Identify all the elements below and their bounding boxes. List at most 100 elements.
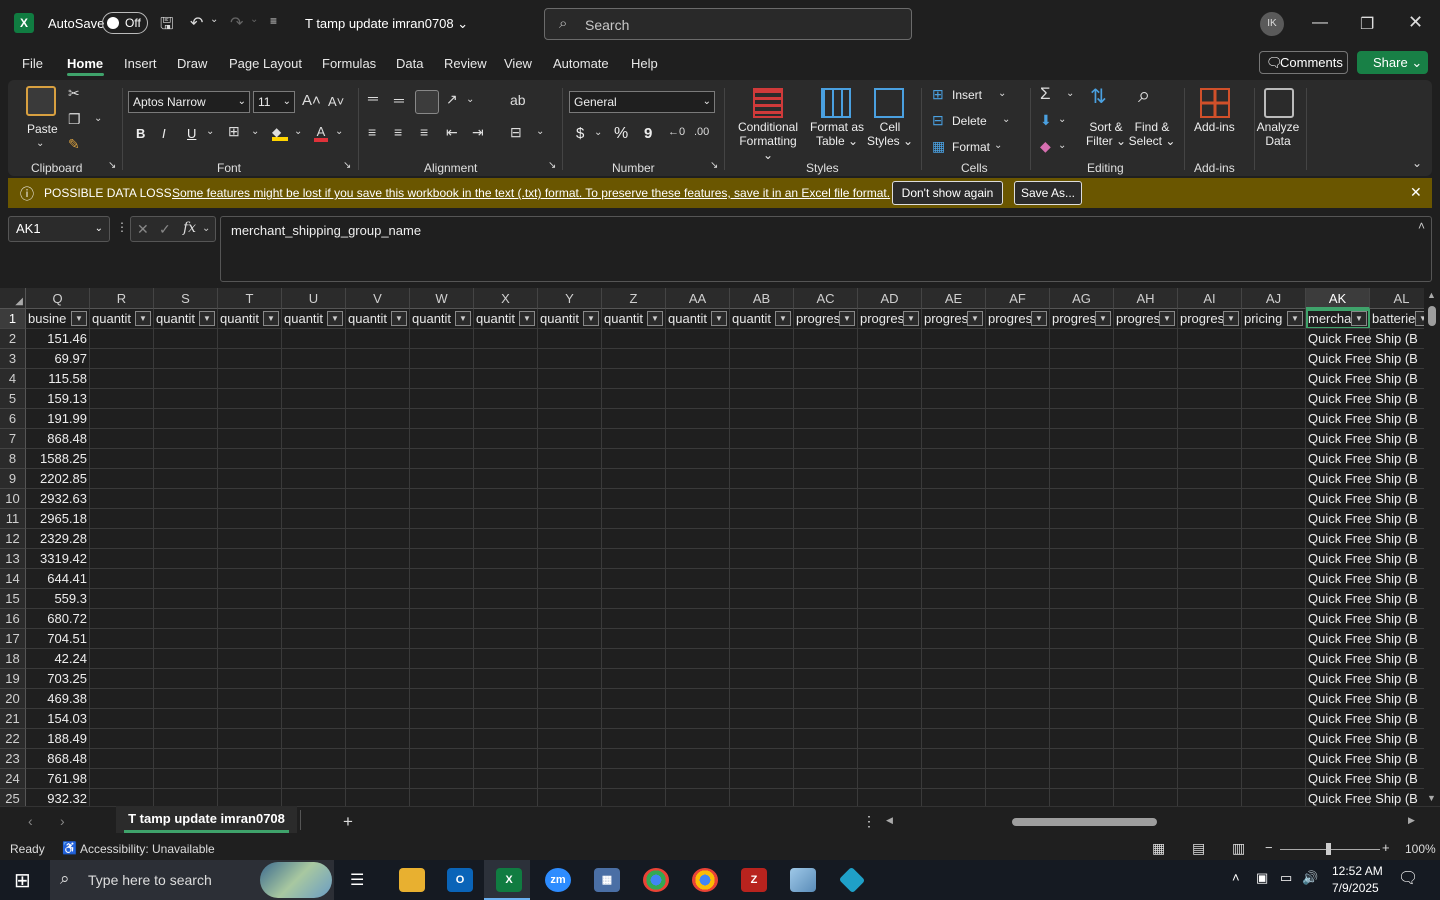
find-select-button[interactable]: Find & Select ⌄ — [1128, 120, 1176, 148]
collapse-ribbon-icon[interactable]: ⌄ — [1412, 156, 1422, 170]
column-header-y[interactable]: Y — [538, 288, 602, 309]
menu-review[interactable]: Review — [444, 56, 487, 71]
column-header-aa[interactable]: AA — [666, 288, 730, 309]
row-header-23[interactable]: 23 — [0, 749, 26, 769]
notes-app-icon[interactable] — [790, 868, 816, 892]
filter-dropdown-icon[interactable]: ▼ — [1095, 311, 1111, 326]
cell-ak21[interactable]: Quick Free Ship (B — [1308, 709, 1424, 729]
zoom-out-icon[interactable]: − — [1265, 840, 1273, 855]
increase-decimal-icon[interactable]: ←0 — [668, 126, 685, 138]
column-header-ae[interactable]: AE — [922, 288, 986, 309]
chrome-icon[interactable] — [643, 868, 669, 892]
comma-style-button[interactable]: 9 — [644, 125, 652, 142]
cell-ak13[interactable]: Quick Free Ship (B — [1308, 549, 1424, 569]
font-launcher-icon[interactable]: ↘ — [343, 160, 351, 171]
cell-q8[interactable]: 1588.25 — [27, 449, 87, 469]
header-cell-z[interactable]: quantit ▼ — [602, 309, 666, 329]
menu-home[interactable]: Home — [67, 56, 103, 71]
cell-q20[interactable]: 469.38 — [27, 689, 87, 709]
add-ins-button[interactable]: Add-ins — [1194, 120, 1235, 134]
scroll-right-icon[interactable]: ▶ — [1408, 815, 1415, 826]
show-hidden-icons[interactable]: ˄ — [1232, 870, 1240, 885]
format-painter-icon[interactable]: ✎ — [68, 136, 80, 153]
cell-q18[interactable]: 42.24 — [27, 649, 87, 669]
orientation-dropdown-icon[interactable]: ⌄ — [466, 94, 474, 105]
header-cell-ab[interactable]: quantit ▼ — [730, 309, 794, 329]
clear-dropdown-icon[interactable]: ⌄ — [1058, 140, 1066, 151]
row-header-9[interactable]: 9 — [0, 469, 26, 489]
filter-dropdown-icon[interactable]: ▼ — [71, 311, 87, 326]
underline-dropdown-icon[interactable]: ⌄ — [206, 126, 214, 137]
cell-q21[interactable]: 154.03 — [27, 709, 87, 729]
column-header-w[interactable]: W — [410, 288, 474, 309]
fill-icon[interactable]: ⬇ — [1040, 112, 1052, 129]
cell-ak12[interactable]: Quick Free Ship (B — [1308, 529, 1424, 549]
filter-dropdown-icon[interactable]: ▼ — [1351, 311, 1367, 326]
menu-view[interactable]: View — [504, 56, 532, 71]
filter-dropdown-icon[interactable]: ▼ — [1031, 311, 1047, 326]
autosum-dropdown-icon[interactable]: ⌄ — [1066, 88, 1074, 99]
row-header-25[interactable]: 25 — [0, 789, 26, 806]
delete-cells-button[interactable]: Delete — [952, 114, 987, 128]
cell-q24[interactable]: 761.98 — [27, 769, 87, 789]
merge-center-icon[interactable]: ⊟ — [510, 124, 522, 141]
header-cell-aa[interactable]: quantit ▼ — [666, 309, 730, 329]
format-cells-button[interactable]: Format — [952, 140, 990, 154]
conditional-formatting-icon[interactable] — [753, 88, 783, 118]
column-header-u[interactable]: U — [282, 288, 346, 309]
row-header-4[interactable]: 4 — [0, 369, 26, 389]
filter-dropdown-icon[interactable]: ▼ — [455, 311, 471, 326]
prev-sheet-icon[interactable]: ‹ — [28, 813, 33, 829]
header-cell-ah[interactable]: progres ▼ — [1114, 309, 1178, 329]
cell-ak18[interactable]: Quick Free Ship (B — [1308, 649, 1424, 669]
row-header-18[interactable]: 18 — [0, 649, 26, 669]
analyze-data-icon[interactable] — [1264, 88, 1294, 118]
insert-cells-icon[interactable]: ⊞ — [932, 86, 944, 103]
notifications-icon[interactable]: 🗨 — [1398, 868, 1418, 888]
header-cell-af[interactable]: progres ▼ — [986, 309, 1050, 329]
number-launcher-icon[interactable]: ↘ — [710, 160, 718, 171]
analyze-data-button[interactable]: Analyze Data — [1256, 120, 1300, 148]
cell-q6[interactable]: 191.99 — [27, 409, 87, 429]
zoom-app-icon[interactable]: zm — [545, 868, 571, 892]
column-header-ac[interactable]: AC — [794, 288, 858, 309]
cell-q5[interactable]: 159.13 — [27, 389, 87, 409]
column-header-v[interactable]: V — [346, 288, 410, 309]
filter-dropdown-icon[interactable]: ▼ — [327, 311, 343, 326]
align-left-icon[interactable]: ≡ — [368, 124, 376, 140]
menu-help[interactable]: Help — [631, 56, 658, 71]
insert-dropdown-icon[interactable]: ⌄ — [998, 88, 1006, 99]
borders-dropdown-icon[interactable]: ⌄ — [251, 126, 259, 137]
clock-time[interactable]: 12:52 AM — [1332, 864, 1383, 878]
row-header-21[interactable]: 21 — [0, 709, 26, 729]
scroll-down-icon[interactable]: ▼ — [1427, 793, 1436, 803]
align-middle-icon[interactable]: ═ — [394, 92, 404, 108]
font-family-select[interactable]: Aptos Narrow ⌄ — [128, 91, 250, 113]
cell-q16[interactable]: 680.72 — [27, 609, 87, 629]
vertical-scrollbar[interactable]: ▲ ▼ — [1424, 288, 1440, 806]
calculator-icon[interactable]: ▦ — [594, 868, 620, 892]
sheet-tab-active[interactable]: T tamp update imran0708 — [116, 806, 297, 833]
cell-ak14[interactable]: Quick Free Ship (B — [1308, 569, 1424, 589]
column-header-ah[interactable]: AH — [1114, 288, 1178, 309]
close-icon[interactable]: ✕ — [1408, 12, 1423, 33]
header-cell-x[interactable]: quantit ▼ — [474, 309, 538, 329]
menu-formulas[interactable]: Formulas — [322, 56, 376, 71]
header-cell-t[interactable]: quantit ▼ — [218, 309, 282, 329]
cell-ak22[interactable]: Quick Free Ship (B — [1308, 729, 1424, 749]
header-cell-q[interactable]: busine ▼ — [26, 309, 90, 329]
cell-ak5[interactable]: Quick Free Ship (B — [1308, 389, 1424, 409]
menu-data[interactable]: Data — [396, 56, 423, 71]
outlook-icon[interactable]: O — [447, 868, 473, 892]
save-as-button[interactable]: Save As... — [1014, 181, 1082, 205]
spreadsheet-grid[interactable]: ◢ Q R S T U V W X Y Z AA AB AC AD AE AF AG AH AI AJ AK AL 123… — [0, 288, 1424, 806]
zoom-level[interactable]: 100% — [1405, 842, 1436, 856]
filter-dropdown-icon[interactable]: ▼ — [135, 311, 151, 326]
cut-icon[interactable]: ✂ — [68, 85, 80, 102]
align-center-icon[interactable]: ≡ — [394, 124, 402, 140]
header-cell-ad[interactable]: progres ▼ — [858, 309, 922, 329]
row-header-11[interactable]: 11 — [0, 509, 26, 529]
decrease-decimal-icon[interactable]: .00 — [694, 126, 709, 138]
increase-indent-icon[interactable]: ⇥ — [472, 124, 484, 141]
filter-dropdown-icon[interactable]: ▼ — [1159, 311, 1175, 326]
